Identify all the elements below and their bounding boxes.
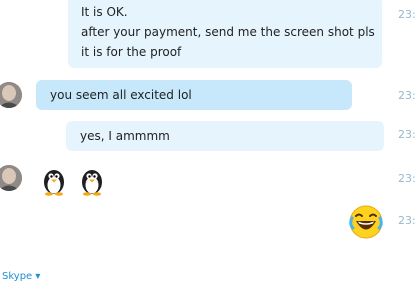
outgoing-message-bubble: yes, I ammmm <box>66 121 384 151</box>
message-timestamp: 23:5 <box>398 172 416 185</box>
incoming-message-bubble: you seem all excited lol <box>36 80 352 110</box>
skype-menu-link[interactable]: Skype ▾ <box>2 271 40 282</box>
contact-avatar[interactable] <box>0 165 22 191</box>
person-photo-icon <box>0 82 22 108</box>
outgoing-message-bubble: It is OK. after your payment, send me th… <box>68 0 382 68</box>
message-text: It is OK. <box>81 5 128 19</box>
penguin-icon <box>79 166 105 200</box>
message-timestamp: 23:5 <box>398 214 416 227</box>
message-text: it is for the proof <box>81 45 182 59</box>
laughing-face-icon <box>348 204 384 244</box>
person-photo-icon <box>0 165 22 191</box>
penguin-icon <box>41 166 67 200</box>
message-timestamp: 23:5 <box>398 8 416 21</box>
message-timestamp: 23:5 <box>398 89 416 102</box>
message-text: after your payment, send me the screen s… <box>81 25 375 39</box>
message-text: you seem all excited lol <box>50 88 192 102</box>
message-timestamp: 23:5 <box>398 128 416 141</box>
contact-avatar[interactable] <box>0 82 22 108</box>
message-text: yes, I ammmm <box>80 129 170 143</box>
